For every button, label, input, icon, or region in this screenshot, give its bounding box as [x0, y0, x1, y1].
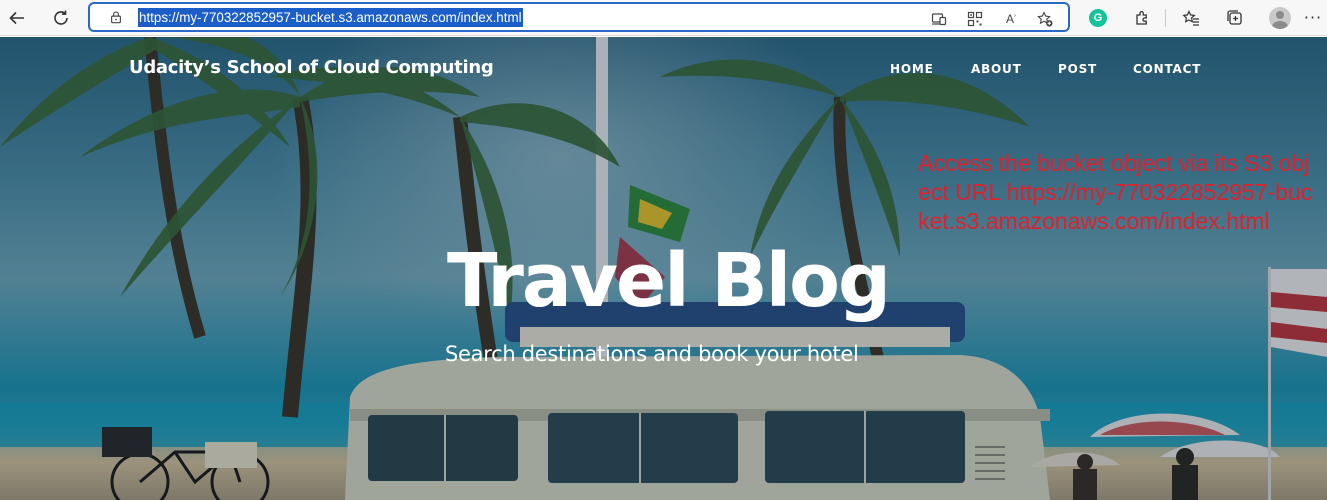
nav-contact[interactable]: CONTACT [1133, 62, 1201, 76]
qr-code-icon[interactable] [964, 8, 986, 30]
favorites-icon[interactable] [1177, 4, 1205, 32]
annotation-text: Access the bucket object via its S3 obje… [918, 150, 1313, 234]
app-available-icon[interactable] [928, 8, 950, 30]
back-icon[interactable] [3, 4, 31, 32]
lock-icon[interactable] [108, 9, 124, 25]
hero-section: Udacity’s School of Cloud Computing HOME… [0, 37, 1327, 500]
more-icon[interactable]: ··· [1299, 4, 1327, 32]
collections-icon[interactable] [1221, 4, 1249, 32]
profile-avatar[interactable] [1266, 4, 1294, 32]
add-favorite-icon[interactable] [1034, 8, 1056, 30]
read-aloud-icon[interactable]: Aʾ [1000, 8, 1022, 30]
page-title: Travel Blog [447, 238, 891, 324]
grammarly-icon[interactable]: G [1084, 4, 1112, 32]
nav-post[interactable]: POST [1058, 62, 1097, 76]
url-text[interactable]: https://my-770322852957-bucket.s3.amazon… [138, 8, 523, 27]
avatar [1269, 7, 1291, 29]
extensions-icon[interactable] [1128, 4, 1156, 32]
page-subtitle: Search destinations and book your hotel [445, 342, 859, 366]
browser-toolbar: https://my-770322852957-bucket.s3.amazon… [0, 0, 1327, 36]
site-brand-link[interactable]: Udacity’s School of Cloud Computing [129, 57, 494, 78]
address-bar[interactable]: https://my-770322852957-bucket.s3.amazon… [88, 2, 1070, 32]
refresh-icon[interactable] [47, 4, 75, 32]
nav-about[interactable]: ABOUT [971, 62, 1022, 76]
toolbar-separator [1165, 9, 1166, 27]
nav-home[interactable]: HOME [890, 62, 934, 76]
